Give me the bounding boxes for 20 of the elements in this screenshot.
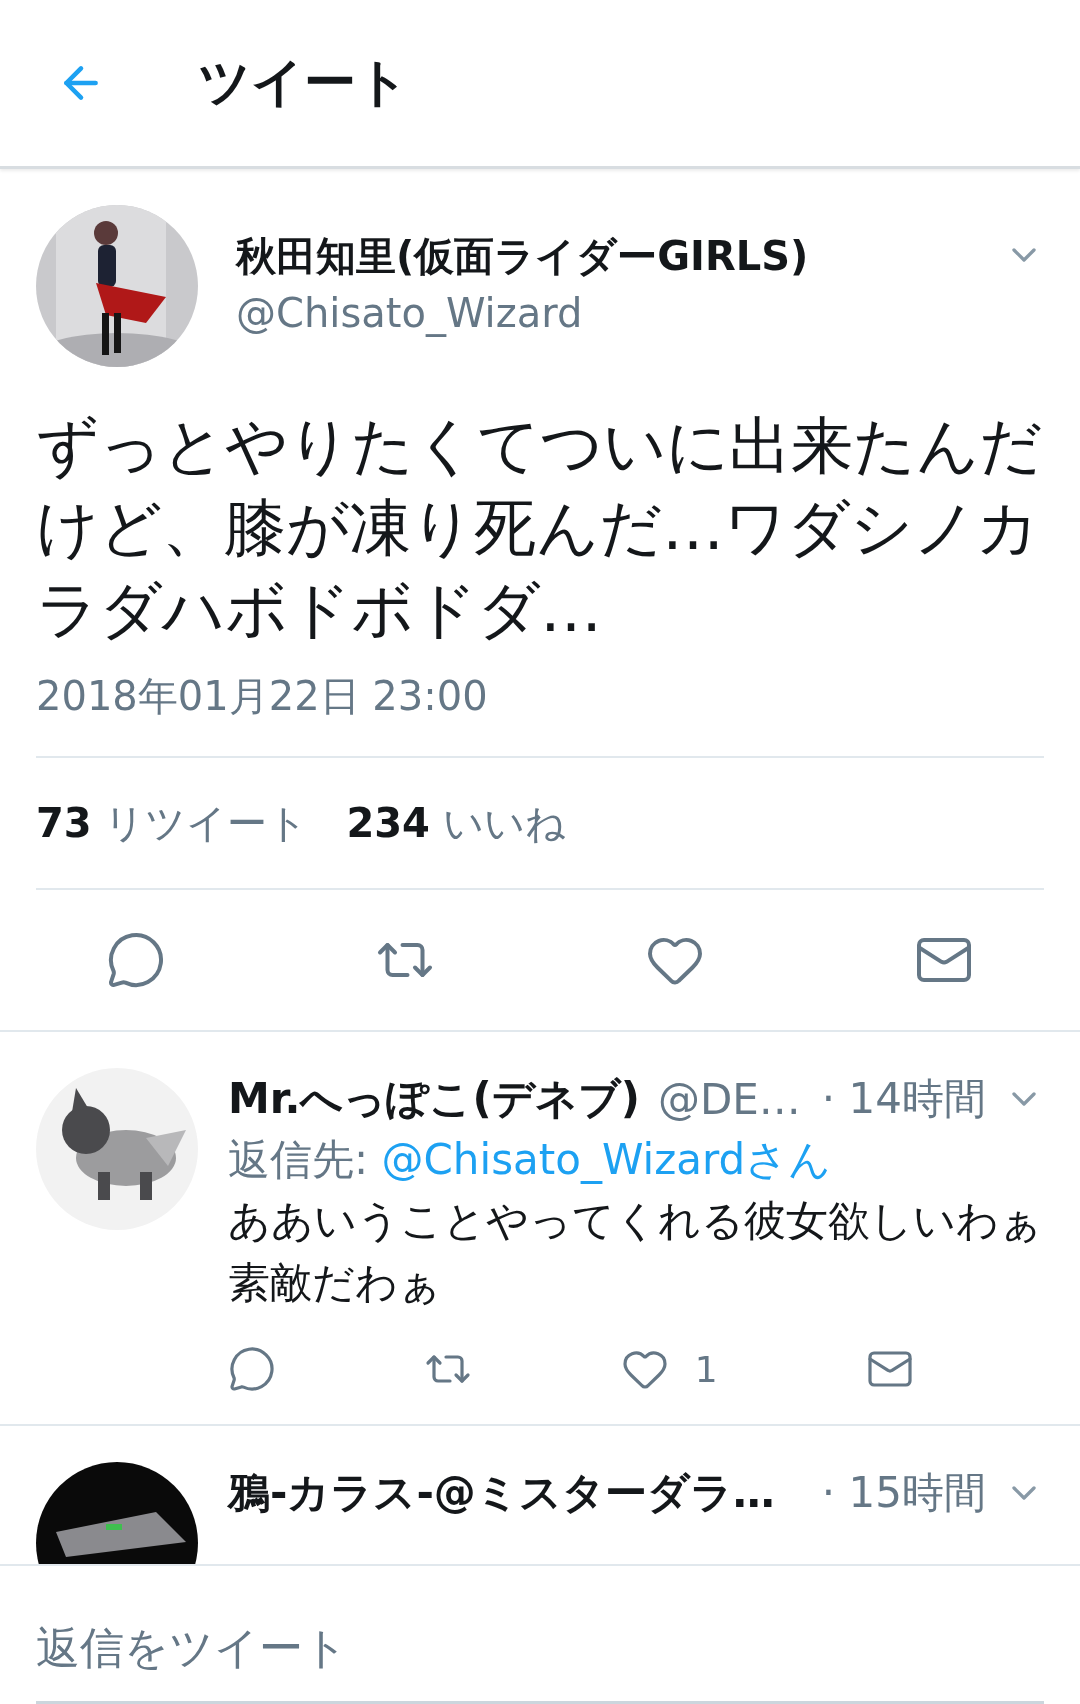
tweet-text: ずっとやりたくてついに出来たんだけど、膝が凍り死んだ…ワダシノカラダハボドボドダ… [36,408,1043,648]
reply-input[interactable]: 返信をツイート [36,1593,1044,1704]
action-button[interactable] [228,1345,276,1393]
reply-text: ああいうことやってくれる彼女欲しいわぁ素敵だわぁ [228,1195,1043,1309]
reply-time: · 15時間 [821,1467,986,1519]
action-button[interactable] [106,930,166,990]
reply-icon [106,930,166,990]
reply-author-handle: @DE… [657,1074,801,1124]
author-handle: @Chisato_Wizard [236,290,584,336]
author-name: 秋田知里(仮面ライダーGIRLS) [236,232,810,281]
reply-author-name: 鴉-カラス-@ミスターダラ… [228,1467,775,1519]
timestamp: 2018年01月22日 23:00 [36,673,488,719]
reply-icon [228,1345,276,1393]
page-title: ツイート [198,51,409,114]
stat-count[interactable]: 234 いいね [346,795,566,851]
stat-count[interactable]: 73 リツイート [36,795,309,851]
action-button[interactable]: 1 [620,1345,718,1393]
reply-to-label: 返信先: [228,1135,370,1184]
reply-author-name: Mr.へっぽこ(デネブ) [228,1073,640,1125]
reply-time: · 14時間 [821,1073,986,1125]
